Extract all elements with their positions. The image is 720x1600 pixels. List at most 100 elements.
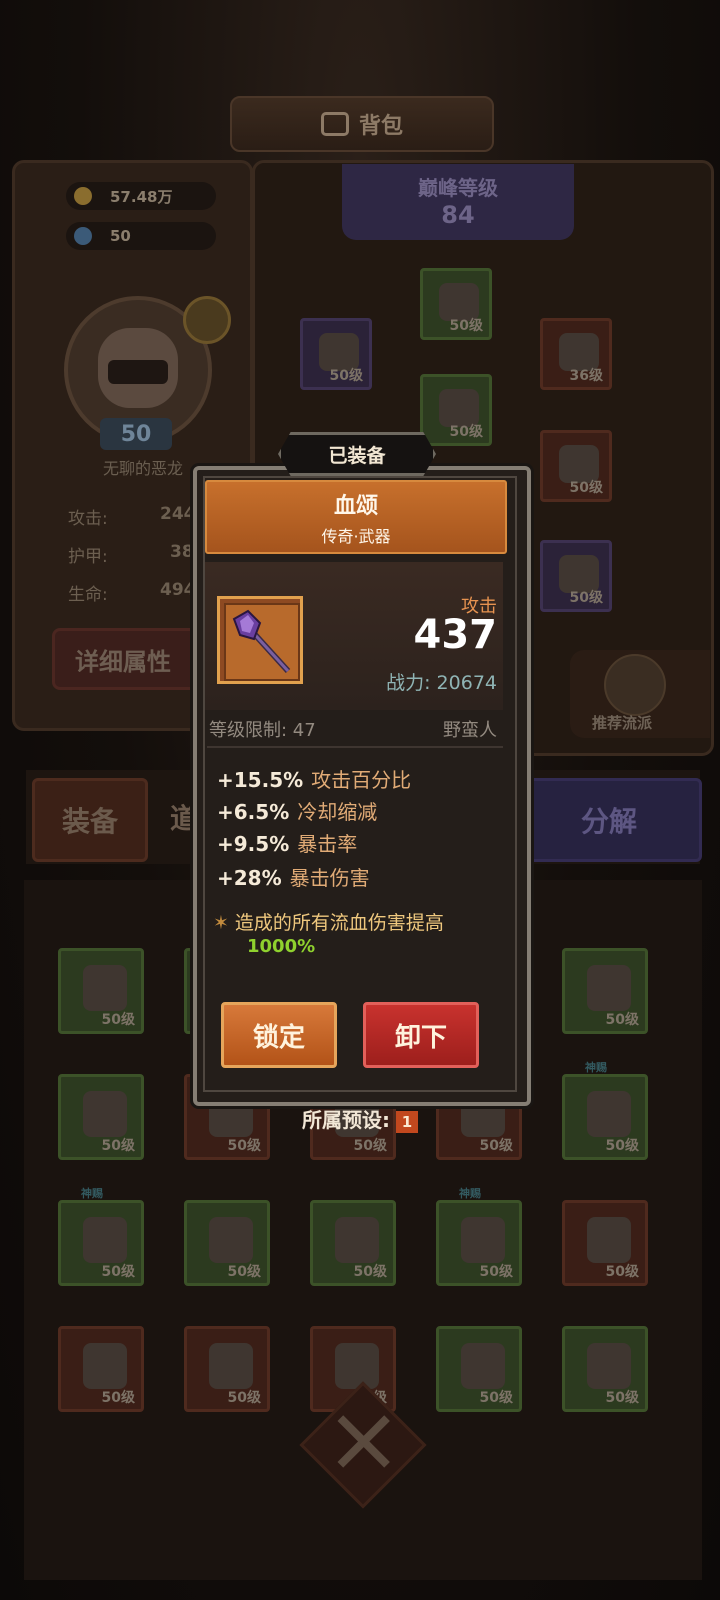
equipment-icon — [587, 1217, 631, 1263]
player-name: 无聊的恶龙 — [102, 459, 183, 478]
equipment-icon — [461, 1217, 505, 1263]
gold-coin-icon — [74, 187, 92, 205]
gold-counter: 57.48万 — [66, 182, 216, 210]
preset-row: 所属预设: 1 — [0, 1104, 720, 1133]
class-requirement: 野蛮人 — [443, 720, 497, 741]
peak-level-label: 巅峰等级 — [418, 176, 498, 200]
inventory-slot[interactable]: 50级 — [310, 1200, 396, 1286]
special-effect-text: 造成的所有流血伤害提高 — [234, 912, 444, 934]
item-level: 50级 — [479, 1264, 513, 1280]
equipment-icon — [335, 1217, 379, 1263]
inventory-slot[interactable]: 50级 — [562, 1326, 648, 1412]
equip-slot-shoulder[interactable]: 50级 — [300, 318, 372, 390]
combat-power: 战力: 20674 — [386, 672, 497, 694]
inventory-slot[interactable]: 50级 — [58, 1326, 144, 1412]
equipment-icon — [461, 1343, 505, 1389]
inventory-slot[interactable]: 50级 神赐 — [58, 1187, 144, 1286]
attribute-value: +28% — [217, 866, 282, 890]
preset-number[interactable]: 1 — [396, 1110, 418, 1133]
divine-tag: 神赐 — [81, 1187, 103, 1200]
item-level: 50级 — [605, 1012, 639, 1028]
main-stat-value: 437 — [413, 612, 498, 658]
gold-value: 57.48万 — [110, 187, 173, 206]
item-icon — [224, 603, 300, 681]
star-icon: ✶ — [213, 912, 229, 934]
tab-decompose[interactable]: 分解 — [516, 778, 702, 862]
inventory-slot[interactable]: 50级 — [562, 948, 648, 1034]
stat-value-armor: 38 — [170, 542, 194, 562]
inventory-slot[interactable]: 50级 — [184, 1200, 270, 1286]
attribute-row: +9.5% 暴击率 — [217, 828, 357, 857]
divine-tag: 神赐 — [459, 1187, 481, 1200]
attribute-name: 暴击伤害 — [289, 866, 370, 890]
divine-tag: 神赐 — [585, 1061, 607, 1074]
item-icon-frame — [217, 596, 303, 684]
backpack-icon — [320, 112, 349, 136]
stat-value-hp: 494 — [160, 580, 196, 600]
swap-avatar-button[interactable] — [183, 296, 231, 344]
equipped-status-tab: 已装备 — [278, 432, 436, 476]
item-level: 50级 — [101, 1390, 135, 1406]
inventory-slot[interactable]: 50级 — [184, 1326, 270, 1412]
attribute-row: +6.5% 冷却缩减 — [217, 796, 377, 825]
equip-slot-offhand[interactable]: 50级 — [540, 540, 612, 612]
attribute-value: +9.5% — [217, 832, 290, 856]
page-title: 背包 — [230, 96, 494, 152]
equip-slot-ring[interactable]: 50级 — [540, 430, 612, 502]
special-effect: ✶ 造成的所有流血伤害提高 — [213, 908, 495, 935]
preset-label: 所属预设: — [302, 1108, 390, 1132]
item-type: 传奇·武器 — [321, 527, 391, 546]
item-level: 50级 — [227, 1390, 261, 1406]
item-header: 血颂 传奇·武器 — [205, 480, 507, 554]
divider — [207, 746, 503, 748]
stat-label-hp: 生命: — [68, 585, 108, 605]
avatar-mask — [108, 360, 168, 384]
inventory-slot[interactable]: 50级 — [562, 1200, 648, 1286]
attribute-name: 冷却缩减 — [297, 800, 378, 824]
attribute-name: 暴击率 — [297, 832, 358, 856]
lock-button[interactable]: 锁定 — [221, 1002, 337, 1068]
item-level: 50级 — [605, 1264, 639, 1280]
mace-icon — [232, 609, 291, 674]
equip-slot-helmet[interactable]: 50级 — [420, 268, 492, 340]
item-level: 50级 — [353, 1138, 387, 1154]
peak-level-banner: 巅峰等级 84 — [342, 164, 574, 240]
item-name: 血颂 — [333, 494, 378, 519]
item-level: 50级 — [479, 1390, 513, 1406]
special-effect-value: 1000% — [247, 936, 316, 957]
equip-slot-necklace[interactable]: 36级 — [540, 318, 612, 390]
item-level: 50级 — [479, 1138, 513, 1154]
item-level: 50级 — [101, 1138, 135, 1154]
inventory-slot[interactable]: 50级 — [58, 948, 144, 1034]
gem-icon — [74, 227, 92, 245]
inventory-slot[interactable]: 50级 — [436, 1326, 522, 1412]
equipment-icon — [587, 1343, 631, 1389]
attribute-name: 攻击百分比 — [311, 768, 412, 792]
stat-label-attack: 攻击: — [68, 509, 108, 529]
gem-counter: 50 — [66, 222, 216, 250]
page-title-text: 背包 — [358, 114, 403, 139]
item-level: 50级 — [101, 1264, 135, 1280]
item-level: 50级 — [605, 1390, 639, 1406]
unequip-button[interactable]: 卸下 — [363, 1002, 479, 1068]
attribute-value: +15.5% — [217, 768, 304, 792]
item-level: 50级 — [227, 1264, 261, 1280]
equipment-icon — [335, 1343, 379, 1389]
detail-attributes-button[interactable]: 详细属性 — [52, 628, 202, 690]
item-detail-popup: 血颂 传奇·武器 攻击 437 战力: 20674 等级限制: 47 野蛮人 +… — [193, 466, 531, 1106]
recommend-build-button[interactable]: 推荐流派 — [570, 650, 710, 738]
tab-equipment[interactable]: 装备 — [32, 778, 148, 862]
item-level: 50级 — [605, 1138, 639, 1154]
equipment-icon — [83, 1217, 127, 1263]
item-level: 50级 — [101, 1012, 135, 1028]
equip-slot-chest[interactable]: 50级 — [420, 374, 492, 446]
gem-value: 50 — [110, 227, 131, 245]
equipment-icon — [209, 1343, 253, 1389]
item-meta-row: 等级限制: 47 野蛮人 — [209, 716, 497, 742]
inventory-slot[interactable]: 50级 神赐 — [436, 1187, 522, 1286]
attribute-row: +15.5% 攻击百分比 — [217, 764, 411, 793]
item-level: 50级 — [227, 1138, 261, 1154]
peak-level-value: 84 — [441, 201, 475, 229]
equipment-icon — [587, 965, 631, 1011]
attribute-value: +6.5% — [217, 800, 290, 824]
